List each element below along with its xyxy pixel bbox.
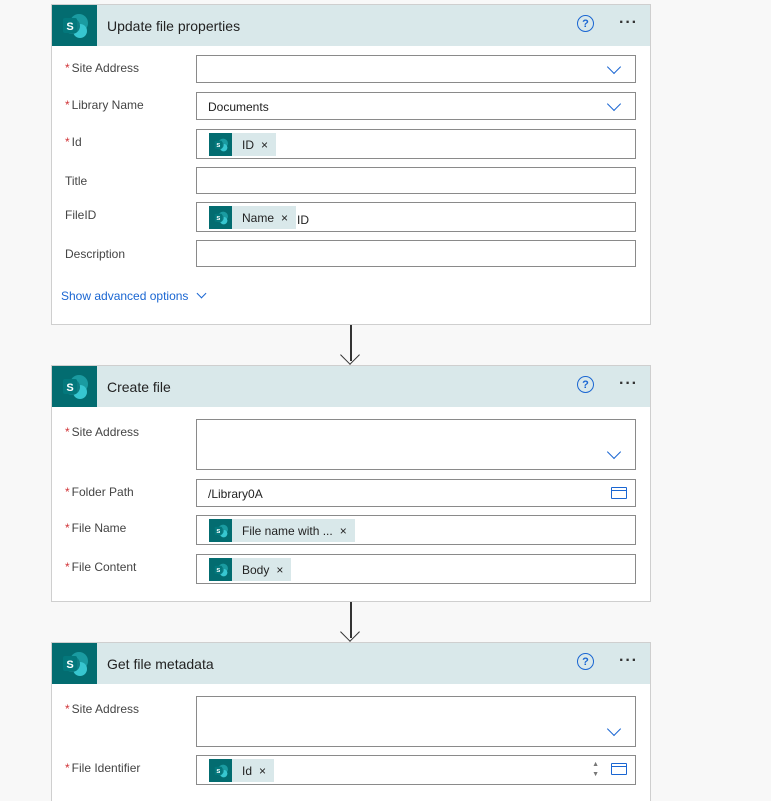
site-address-dropdown[interactable] xyxy=(196,419,636,470)
create-file-card: S Create file ? ··· * Site Address * Folde… xyxy=(51,365,651,602)
sharepoint-icon: S xyxy=(209,519,232,542)
chevron-down-icon[interactable] xyxy=(606,96,622,112)
site-address-label: * Site Address xyxy=(65,702,140,716)
help-icon[interactable]: ? xyxy=(577,15,594,32)
sharepoint-icon: S xyxy=(209,759,232,782)
file-id-suffix: ID xyxy=(297,213,309,227)
stepper-down-icon[interactable]: ▼ xyxy=(592,771,599,778)
update-file-properties-card: S Update file properties ? ··· * Site Add… xyxy=(51,4,651,325)
description-label: Description xyxy=(65,247,126,261)
title-label: Title xyxy=(65,174,88,188)
stepper-arrows[interactable]: ▲ ▼ xyxy=(592,760,599,780)
svg-text:S: S xyxy=(216,529,220,535)
more-options-icon[interactable]: ··· xyxy=(619,652,638,670)
sharepoint-icon: S xyxy=(209,558,232,581)
file-id-label: FileID xyxy=(65,208,97,222)
svg-text:S: S xyxy=(216,568,220,574)
site-address-dropdown[interactable] xyxy=(196,696,636,747)
file-id-field[interactable]: S Name × ID xyxy=(196,202,636,232)
card-header[interactable]: S Create file ? ··· xyxy=(52,366,650,407)
card-title: Create file xyxy=(107,378,171,395)
library-name-value: Documents xyxy=(208,100,269,114)
id-field[interactable]: S ID × xyxy=(196,129,636,159)
dynamic-token[interactable]: S Name × xyxy=(209,206,297,229)
stepper-up-icon[interactable]: ▲ xyxy=(592,761,599,768)
svg-text:S: S xyxy=(216,216,220,222)
library-name-label: * Library Name xyxy=(65,98,144,112)
svg-text:S: S xyxy=(216,769,220,775)
chevron-down-icon[interactable] xyxy=(606,444,622,460)
help-icon[interactable]: ? xyxy=(577,376,594,393)
file-identifier-field[interactable]: S Id × ▲ ▼ xyxy=(196,755,636,785)
svg-text:S: S xyxy=(66,382,73,394)
more-options-icon[interactable]: ··· xyxy=(619,375,638,393)
svg-text:S: S xyxy=(66,659,73,671)
token-label: Name xyxy=(242,210,275,225)
svg-text:S: S xyxy=(66,21,73,33)
file-name-label: * File Name xyxy=(65,521,127,535)
dynamic-token[interactable]: S Body × xyxy=(209,558,292,581)
id-label: * Id xyxy=(65,135,82,149)
remove-token-icon[interactable]: × xyxy=(281,211,288,225)
show-advanced-options-link[interactable]: Show advanced options xyxy=(61,288,207,303)
help-icon[interactable]: ? xyxy=(577,653,594,670)
folder-icon[interactable] xyxy=(611,487,627,499)
file-content-field[interactable]: S Body × xyxy=(196,554,636,584)
svg-text:S: S xyxy=(216,143,220,149)
card-header[interactable]: S Get file metadata ? ··· xyxy=(52,643,650,684)
sharepoint-icon: S xyxy=(52,366,97,407)
description-input[interactable] xyxy=(196,240,636,267)
token-label: Id xyxy=(242,763,253,778)
token-label: Body xyxy=(242,562,270,577)
site-address-dropdown[interactable] xyxy=(196,55,636,83)
card-header[interactable]: S Update file properties ? ··· xyxy=(52,5,650,46)
site-address-label: * Site Address xyxy=(65,61,140,75)
file-content-label: * File Content xyxy=(65,560,137,574)
get-file-metadata-card: S Get file metadata ? ··· * Site Address … xyxy=(51,642,651,801)
folder-path-input[interactable]: /Library0A xyxy=(196,479,636,507)
remove-token-icon[interactable]: × xyxy=(276,563,283,577)
arrow-down-icon xyxy=(340,622,360,642)
chevron-down-icon xyxy=(196,288,207,299)
token-label: File name with ... xyxy=(242,523,333,538)
remove-token-icon[interactable]: × xyxy=(261,138,268,152)
arrow-down-icon xyxy=(340,345,360,365)
folder-path-value: /Library0A xyxy=(208,487,263,501)
chevron-down-icon[interactable] xyxy=(606,721,622,737)
site-address-label: * Site Address xyxy=(65,425,140,439)
dynamic-token[interactable]: S File name with ... × xyxy=(209,519,355,542)
sharepoint-icon: S xyxy=(209,133,232,156)
token-label: ID xyxy=(242,137,254,152)
dynamic-token[interactable]: S ID × xyxy=(209,133,277,156)
card-title: Update file properties xyxy=(107,17,241,34)
file-name-field[interactable]: S File name with ... × xyxy=(196,515,636,545)
dynamic-token[interactable]: S Id × xyxy=(209,759,275,782)
sharepoint-icon: S xyxy=(52,5,97,46)
remove-token-icon[interactable]: × xyxy=(259,764,266,778)
sharepoint-icon: S xyxy=(52,643,97,684)
card-title: Get file metadata xyxy=(107,655,214,672)
title-input[interactable] xyxy=(196,167,636,194)
folder-icon[interactable] xyxy=(611,763,627,775)
library-name-dropdown[interactable]: Documents xyxy=(196,92,636,120)
chevron-down-icon[interactable] xyxy=(606,59,622,75)
file-identifier-label: * File Identifier xyxy=(65,761,141,775)
sharepoint-icon: S xyxy=(209,206,232,229)
remove-token-icon[interactable]: × xyxy=(340,524,347,538)
more-options-icon[interactable]: ··· xyxy=(619,14,638,32)
folder-path-label: * Folder Path xyxy=(65,485,134,499)
